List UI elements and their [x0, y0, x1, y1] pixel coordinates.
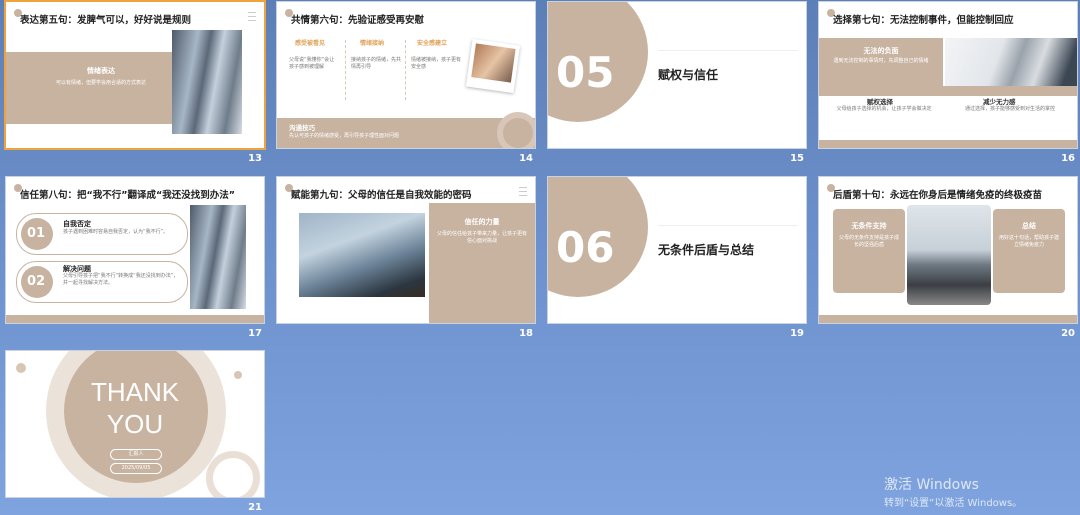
column-title-1: 感受被看见 — [295, 40, 326, 47]
bottom-text: 先认可孩子的情绪感受，再引导孩子理性面对问题 — [289, 133, 400, 139]
column-title-2: 情绪接纳 — [360, 40, 385, 47]
box-title: 无法的负面 — [863, 47, 899, 55]
slide-title: 选择第七句：无法控制事件，但能控制回应 — [833, 15, 1014, 26]
menu-icon — [519, 187, 527, 196]
box-text: 可以有情绪，但要学会用合适的方式表达 — [55, 80, 146, 86]
box-text: 用好这十句话，帮助孩子建立情绪免疫力 — [999, 235, 1060, 248]
item-number: 02 — [27, 274, 46, 289]
bottom-title: 沟通技巧 — [289, 124, 315, 132]
decor-dot — [16, 363, 26, 373]
slide-number: 14 — [519, 153, 533, 164]
slide-title: 信任第八句：把“我不行”翻译成“我还没找到办法” — [20, 190, 235, 201]
card-title-1: 赋权选择 — [867, 98, 893, 106]
slide-number: 20 — [1061, 328, 1075, 339]
box-text: 父母的无条件支持是孩子成长的坚强后盾 — [839, 235, 900, 248]
decor-line — [658, 225, 798, 226]
you-text: YOU — [106, 409, 164, 439]
divider — [345, 40, 346, 100]
content-box: 信任的力量 父母的信任给孩子带来力量，让孩子更有信心面对挑战 — [429, 203, 535, 323]
item-text: 父母引导孩子把“我不行”转换成“我还没找到办法”，并一起寻找解决方法。 — [63, 273, 179, 286]
slide-thumbnail-19[interactable]: 06 无条件后盾与总结 — [548, 177, 806, 323]
item-text: 孩子遇到困难时容易自我否定，认为“我不行”。 — [63, 229, 169, 235]
list-item-1: 01 自我否定 孩子遇到困难时容易自我否定，认为“我不行”。 — [16, 213, 188, 255]
content-box: 无法的负面 遇到无法控制的事情时，先调整自己的情绪 — [819, 38, 943, 86]
item-number: 01 — [27, 226, 46, 241]
activation-watermark-subtitle: 转到“设置”以激活 Windows。 — [884, 498, 1023, 509]
box-title: 总结 — [1022, 222, 1036, 230]
slide-thumbnail-16[interactable]: 选择第七句：无法控制事件，但能控制回应 无法的负面 遇到无法控制的事情时，先调整… — [819, 2, 1077, 148]
section-title: 赋权与信任 — [658, 68, 719, 82]
slide-number: 18 — [519, 328, 533, 339]
content-box-right: 总结 用好这十句话，帮助孩子建立情绪免疫力 — [993, 209, 1065, 293]
slide-thumbnail-13[interactable]: 表达第五句：发脾气可以，好好说是规则 情绪表达 可以有情绪，但要学会用合适的方式… — [6, 2, 264, 148]
content-box: 情绪表达 可以有情绪，但要学会用合适的方式表达 — [6, 52, 196, 124]
card-text-2: 通过选择，孩子能够感受到对生活的掌控 — [964, 106, 1055, 112]
item-title: 自我否定 — [63, 220, 91, 228]
slide-title: 共情第六句：先验证感受再安慰 — [291, 15, 425, 26]
desk-image — [299, 213, 425, 297]
slide-title: 赋能第九句：父母的信任是自我效能的密码 — [291, 190, 472, 201]
decor-ring — [206, 451, 260, 497]
slide-number: 13 — [248, 153, 262, 164]
slide-title: 表达第五句：发脾气可以，好好说是规则 — [20, 15, 192, 26]
card-text-1: 父母给孩子选择的机会，让孩子学会做决定 — [836, 106, 932, 112]
laptop-image — [945, 38, 1077, 86]
slide-number: 15 — [790, 153, 804, 164]
menu-icon — [248, 12, 256, 21]
box-text: 父母的信任给孩子带来力量，让孩子更有信心面对挑战 — [437, 231, 528, 244]
content-box-left: 无条件支持 父母的无条件支持是孩子成长的坚强后盾 — [833, 209, 905, 293]
photo-frame-image — [465, 38, 521, 94]
decor-line — [819, 315, 1077, 323]
column-title-3: 安全感建立 — [417, 40, 448, 47]
decor-line — [658, 50, 798, 51]
thank-text: THANK — [90, 377, 180, 407]
content-box — [819, 86, 1077, 96]
box-title: 情绪表达 — [87, 67, 115, 75]
column-text-2: 接纳孩子的情绪，先共情再引导 — [351, 57, 402, 70]
activation-watermark-title: 激活 Windows — [884, 477, 979, 493]
date-pill: 2025/09/05 — [110, 463, 162, 474]
box-title: 信任的力量 — [464, 218, 500, 226]
list-item-2: 02 解决问题 父母引导孩子把“我不行”转换成“我还没找到办法”，并一起寻找解决… — [16, 261, 188, 303]
meeting-room-image — [907, 205, 991, 305]
slide-thumbnail-15[interactable]: 05 赋权与信任 — [548, 2, 806, 148]
presenter-pill: 汇报人 — [110, 449, 162, 460]
divider — [405, 40, 406, 100]
column-text-1: 父母说“我懂你”会让孩子感到被理解 — [289, 57, 335, 70]
slide-thumbnail-18[interactable]: 赋能第九句：父母的信任是自我效能的密码 信任的力量 父母的信任给孩子带来力量，让… — [277, 177, 535, 323]
decor-line — [819, 140, 1077, 148]
decor-line — [6, 315, 264, 323]
slide-thumbnail-17[interactable]: 信任第八句：把“我不行”翻译成“我还没找到办法” 01 自我否定 孩子遇到困难时… — [6, 177, 264, 323]
box-title: 无条件支持 — [851, 222, 887, 230]
building-image — [172, 30, 242, 134]
slide-thumbnail-21[interactable]: THANK YOU 汇报人 2025/09/05 — [6, 351, 264, 497]
box-text: 遇到无法控制的事情时，先调整自己的情绪 — [833, 58, 929, 64]
slide-number: 17 — [248, 328, 262, 339]
slide-thumbnail-20[interactable]: 后盾第十句：永远在你身后是情绪免疫的终极疫苗 无条件支持 父母的无条件支持是孩子… — [819, 177, 1077, 323]
decor-ring — [497, 112, 535, 148]
card-title-2: 减少无力感 — [983, 98, 1016, 106]
slide-number: 21 — [248, 502, 262, 513]
section-number: 05 — [556, 48, 615, 97]
slide-thumbnail-14[interactable]: 共情第六句：先验证感受再安慰 感受被看见 情绪接纳 安全感建立 父母说“我懂你”… — [277, 2, 535, 148]
section-title: 无条件后盾与总结 — [658, 243, 755, 257]
slide-number: 16 — [1061, 153, 1075, 164]
section-number: 06 — [556, 223, 615, 272]
building-image — [190, 205, 246, 309]
column-text-3: 情绪被接纳，孩子更有安全感 — [411, 57, 462, 70]
slide-title: 后盾第十句：永远在你身后是情绪免疫的终极疫苗 — [833, 190, 1043, 201]
slide-number: 19 — [790, 328, 804, 339]
